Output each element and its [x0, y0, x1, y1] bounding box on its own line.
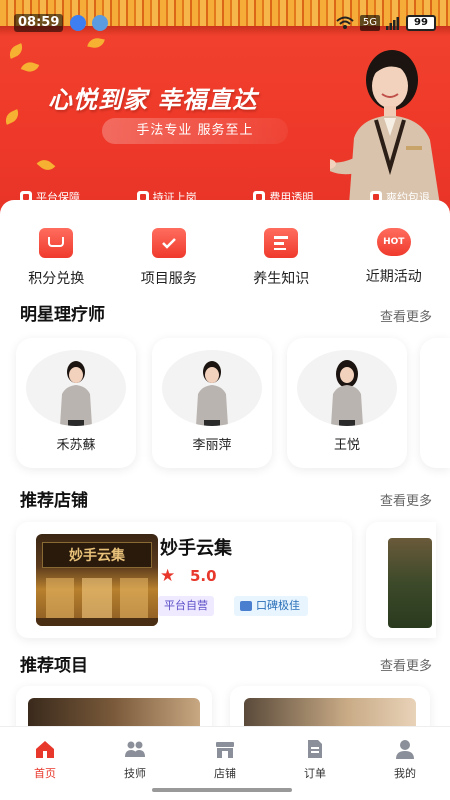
leaf-decoration [6, 43, 26, 59]
checklist-icon [151, 228, 186, 258]
people-icon [125, 741, 145, 757]
leaf-decoration [36, 156, 56, 174]
signal-icon [386, 17, 399, 30]
therapist-card[interactable]: 王悦 [287, 338, 407, 468]
therapist-name: 王悦 [333, 438, 360, 453]
shield-icon [20, 191, 32, 203]
refund-icon [369, 191, 382, 203]
guarantee-item: 爽约包退 [369, 189, 430, 205]
projects-section-title: 推荐项目 [20, 656, 88, 676]
battery-indicator: 99 [406, 15, 436, 31]
therapist-card-partial[interactable] [420, 338, 450, 468]
projects-more-link[interactable]: 查看更多 [380, 655, 432, 674]
quick-menu: 积分兑换 项目服务 养生知识 HOT 近期活动 [0, 228, 450, 294]
home-indicator[interactable] [152, 788, 292, 792]
id-card-icon [136, 191, 149, 203]
wifi-icon [336, 16, 354, 29]
guarantee-item: 持证上岗 [136, 189, 197, 205]
guarantee-strip: 平台保障 持证上岗 费用透明 爽约包退 [20, 184, 430, 210]
network-type-label: 5G [359, 15, 380, 31]
therapist-card[interactable]: 李丽萍 [152, 338, 272, 468]
shop-rating: 5.0 [190, 567, 217, 585]
therapist-photo [297, 350, 397, 426]
quick-item-health-knowledge[interactable]: 养生知识 [225, 228, 338, 294]
shop-photo [388, 538, 432, 628]
guarantee-item: 费用透明 [253, 189, 313, 205]
hot-icon: HOT [376, 228, 411, 256]
message-icon [70, 15, 86, 31]
shop-card-partial[interactable] [366, 522, 436, 638]
browser-icon [92, 15, 108, 31]
shopping-bag-icon [39, 228, 74, 258]
shop-photo: 妙手云集 [36, 534, 158, 626]
thumbs-up-icon [240, 601, 252, 611]
quick-item-services[interactable]: 项目服务 [113, 228, 226, 294]
leaf-decoration [20, 59, 40, 75]
status-bar: 08:59 5G 99 [0, 0, 450, 40]
therapist-card[interactable]: 禾苏蘇 [16, 338, 136, 468]
nav-home[interactable]: 首页 [0, 727, 90, 800]
user-icon [396, 740, 414, 759]
leaf-decoration [2, 109, 22, 125]
therapist-photo [26, 350, 126, 426]
money-icon [253, 191, 266, 203]
therapist-name: 禾苏蘇 [56, 438, 96, 453]
hero-title: 心悦到家 幸福直达 [48, 86, 258, 114]
star-icon: ★ [160, 566, 176, 586]
tag-good-reputation: 口碑极佳 [234, 596, 308, 616]
hero-banner[interactable]: 心悦到家 幸福直达 手法专业 服务至上 08:59 5G 99 [0, 0, 450, 215]
quick-item-recent-events[interactable]: HOT 近期活动 [338, 228, 450, 294]
hero-subtitle: 手法专业 服务至上 [102, 118, 288, 144]
store-icon [216, 742, 234, 758]
home-icon [36, 741, 54, 758]
shops-section-title: 推荐店铺 [20, 491, 88, 511]
therapists-section-title: 明星理疗师 [20, 305, 105, 325]
tag-self-operated: 平台自营 [158, 596, 214, 616]
order-icon [308, 740, 322, 758]
therapist-name: 李丽萍 [192, 438, 232, 453]
therapist-photo [162, 350, 262, 426]
nav-profile[interactable]: 我的 [360, 727, 450, 800]
shop-name: 妙手云集 [160, 538, 232, 559]
quick-item-points-exchange[interactable]: 积分兑换 [0, 228, 113, 294]
guarantee-item: 平台保障 [20, 189, 80, 205]
status-time: 08:59 [14, 14, 64, 32]
shop-card[interactable]: 妙手云集 妙手云集 ★ 5.0 平台自营 口碑极佳 [16, 522, 352, 638]
therapists-more-link[interactable]: 查看更多 [380, 306, 432, 325]
shops-more-link[interactable]: 查看更多 [380, 490, 432, 509]
book-icon [264, 228, 299, 258]
